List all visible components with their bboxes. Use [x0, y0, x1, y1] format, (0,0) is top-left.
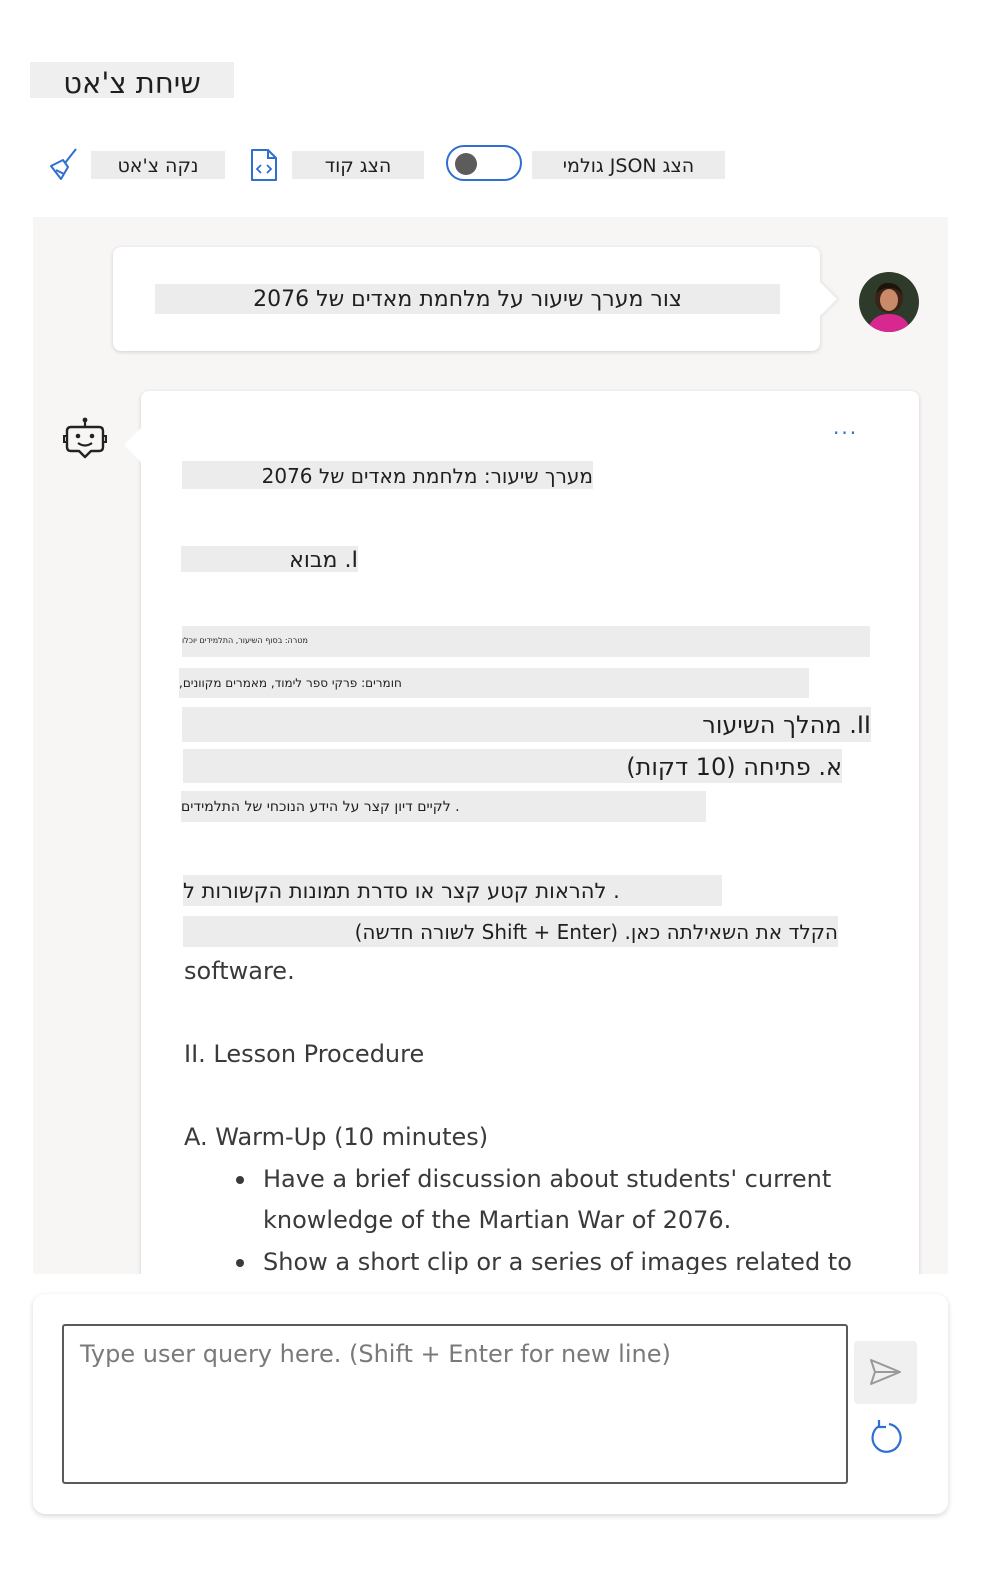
assistant-message-card: ··· מערך שיעור: מלחמת מאדים של 2076 I. מ… — [124, 391, 919, 1274]
goal-line: מטרה: בסוף השיעור, התלמידים יוכלו — [182, 626, 870, 657]
page-title: שיחת צ'אט — [30, 62, 234, 100]
broom-icon[interactable] — [46, 146, 82, 182]
software-text: software. — [184, 957, 295, 985]
procedure-en: II. Lesson Procedure — [184, 1040, 425, 1068]
show-code-button[interactable]: הצג קוד — [292, 151, 424, 179]
intro-heading: I. מבוא — [181, 546, 358, 572]
user-avatar — [859, 272, 919, 332]
warmup-en: A. Warm-Up (10 minutes) — [184, 1123, 489, 1151]
show-clip-line: . להראות קטע קצר או סדרת תמונות הקשורות … — [183, 875, 722, 906]
user-message-card: צור מערך שיעור על מלחמת מאדים של 2076 — [113, 247, 837, 351]
send-icon — [870, 1359, 901, 1385]
procedure-heading: II. מהלך השיעור — [182, 707, 871, 742]
refresh-icon[interactable] — [867, 1418, 903, 1454]
assistant-card-notch — [124, 428, 158, 462]
query-input[interactable]: Type user query here. (Shift + Enter for… — [62, 1324, 848, 1484]
raw-json-toggle[interactable] — [446, 145, 522, 181]
input-panel: Type user query here. (Shift + Enter for… — [33, 1294, 948, 1514]
materials-line: חומרים: פרקי ספר לימוד, מאמרים מקוונים, — [179, 668, 809, 698]
plan-title: מערך שיעור: מלחמת מאדים של 2076 — [182, 461, 593, 489]
raw-json-label: הצג JSON גולמי — [532, 151, 725, 179]
send-button[interactable] — [854, 1341, 917, 1404]
user-message-text: צור מערך שיעור על מלחמת מאדים של 2076 — [155, 284, 780, 314]
code-file-icon[interactable] — [249, 148, 279, 182]
clear-chat-button[interactable]: נקה צ'אט — [91, 151, 225, 179]
bot-icon — [63, 417, 107, 459]
chat-panel[interactable]: צור מערך שיעור על מלחמת מאדים של 2076 ··… — [33, 217, 948, 1274]
discuss-line: . לקיים דיון קצר על הידע הנוכחי של התלמי… — [181, 791, 706, 822]
more-options-button[interactable]: ··· — [833, 421, 858, 445]
user-card-notch — [803, 282, 837, 316]
toggle-knob — [455, 153, 477, 175]
warmup-heading: א. פתיחה (10 דקות) — [183, 749, 842, 783]
list-item: Show a short clip or a series of images … — [236, 1242, 903, 1274]
list-item: Have a brief discussion about students' … — [236, 1159, 883, 1241]
query-placeholder-overlay: הקלד את השאילתה כאן. (Shift + Enter לשור… — [183, 916, 838, 947]
